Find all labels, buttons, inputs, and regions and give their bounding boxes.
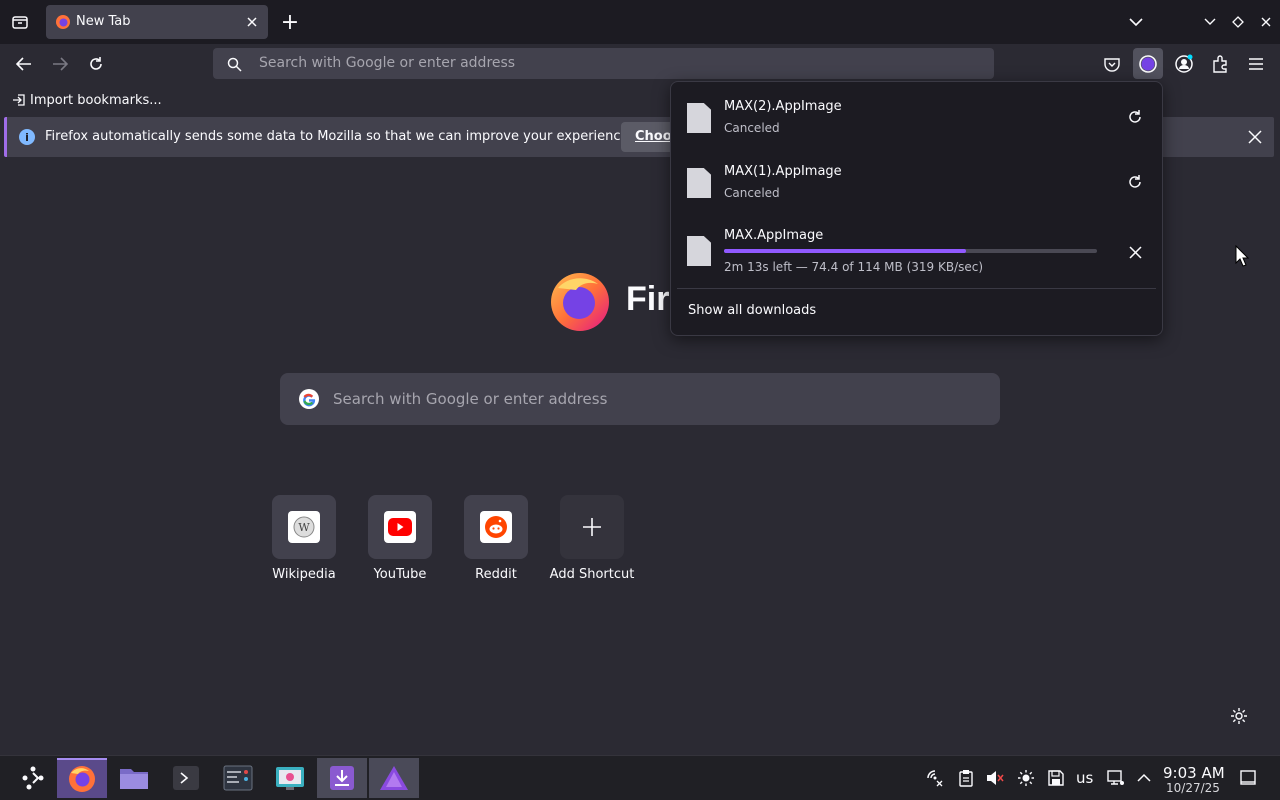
divider [677, 288, 1156, 289]
notification-text: Firefox automatically sends some data to… [45, 129, 633, 144]
download-item[interactable]: MAX(2).AppImage Canceled [677, 88, 1156, 148]
retry-icon[interactable] [1125, 172, 1145, 192]
taskbar-files-icon[interactable] [109, 758, 159, 798]
file-icon [687, 103, 711, 133]
new-tab-search-placeholder: Search with Google or enter address [333, 390, 608, 408]
new-tab-button[interactable]: + [278, 10, 302, 35]
tab-strip: New Tab + [0, 0, 1280, 44]
firefox-favicon-icon [54, 13, 72, 31]
clock-time[interactable]: 9:03 AM [1163, 764, 1225, 782]
download-item-in-progress[interactable]: MAX.AppImage 2m 13s left — 74.4 of 114 M… [677, 218, 1156, 282]
retry-icon[interactable] [1125, 107, 1145, 127]
minimize-icon[interactable] [1200, 12, 1220, 32]
shortcut-tile [368, 495, 432, 559]
show-all-downloads-button[interactable]: Show all downloads [688, 303, 816, 318]
forward-arrow-icon[interactable] [48, 52, 72, 76]
clock-date[interactable]: 10/27/25 [1166, 781, 1220, 795]
taskbar-screenshot-icon[interactable] [265, 758, 315, 798]
downloads-button-icon[interactable] [1133, 48, 1163, 79]
download-filename: MAX(2).AppImage [724, 99, 842, 114]
clipboard-icon[interactable] [956, 768, 976, 788]
wikipedia-icon: W [288, 511, 320, 543]
download-filename: MAX(1).AppImage [724, 164, 842, 179]
taskbar-download-manager-icon[interactable] [317, 758, 367, 798]
import-bookmarks-label: Import bookmarks... [30, 92, 162, 108]
wired-network-icon[interactable] [1106, 768, 1126, 788]
new-tab-search-box[interactable]: Search with Google or enter address [280, 373, 1000, 425]
volume-muted-icon[interactable] [985, 768, 1005, 788]
google-icon [297, 387, 321, 411]
hamburger-menu-icon[interactable] [1244, 52, 1268, 76]
brightness-icon[interactable] [1016, 768, 1036, 788]
customize-gear-icon[interactable] [1228, 705, 1250, 727]
search-icon [225, 55, 243, 73]
show-desktop-icon[interactable] [1238, 768, 1258, 788]
taskbar-max-app-icon[interactable] [369, 758, 419, 798]
mouse-cursor-icon [1235, 244, 1250, 271]
navigation-toolbar: Search with Google or enter address [0, 44, 1280, 84]
download-status: Canceled [724, 121, 780, 135]
close-notification-icon[interactable] [1245, 127, 1265, 147]
show-hidden-icons-chevron-icon[interactable] [1134, 768, 1154, 788]
shortcut-wikipedia[interactable]: W Wikipedia [254, 495, 354, 595]
plus-icon [582, 517, 602, 537]
downloads-panel: MAX(2).AppImage Canceled MAX(1).AppImage… [670, 81, 1163, 336]
tab-title: New Tab [76, 14, 131, 29]
app-launcher-icon[interactable] [8, 758, 58, 798]
back-arrow-icon[interactable] [12, 52, 36, 76]
file-icon [687, 168, 711, 198]
download-item[interactable]: MAX(1).AppImage Canceled [677, 153, 1156, 213]
disk-save-icon[interactable] [1046, 768, 1066, 788]
account-icon[interactable] [1172, 52, 1196, 76]
taskbar-system-monitor-icon[interactable] [213, 758, 263, 798]
cancel-download-icon[interactable] [1125, 242, 1145, 262]
taskbar-firefox-icon[interactable] [57, 758, 107, 798]
shortcut-label: Wikipedia [272, 567, 336, 582]
download-filename: MAX.AppImage [724, 228, 824, 243]
tab-new-tab[interactable]: New Tab [46, 5, 268, 39]
shortcut-label: Reddit [475, 567, 517, 582]
taskbar-terminal-icon[interactable] [161, 758, 211, 798]
close-window-icon[interactable] [1256, 12, 1276, 32]
info-icon: i [19, 129, 35, 145]
extensions-icon[interactable] [1208, 52, 1232, 76]
list-all-tabs-icon[interactable] [1126, 12, 1146, 32]
firefox-logo-icon [548, 268, 612, 332]
shortcut-label: Add Shortcut [549, 567, 635, 582]
close-tab-icon[interactable] [242, 12, 262, 32]
download-status: Canceled [724, 186, 780, 200]
download-progress-fill [724, 249, 967, 253]
import-icon [12, 93, 26, 107]
shortcut-tile [560, 495, 624, 559]
file-icon [687, 236, 711, 266]
maximize-icon[interactable] [1228, 12, 1248, 32]
firefox-view-icon[interactable] [8, 10, 32, 34]
shortcut-reddit[interactable]: Reddit [446, 495, 546, 595]
taskbar: us 9:03 AM 10/27/25 [0, 755, 1280, 800]
download-progress-bar [724, 249, 1097, 253]
import-bookmarks-button[interactable]: Import bookmarks... [12, 91, 162, 109]
reddit-icon [480, 511, 512, 543]
shortcut-tile [464, 495, 528, 559]
reload-icon[interactable] [84, 52, 108, 76]
keyboard-layout-indicator[interactable]: us [1076, 769, 1093, 787]
shortcut-tile: W [272, 495, 336, 559]
network-manager-icon[interactable] [925, 768, 945, 788]
shortcut-youtube[interactable]: YouTube [350, 495, 450, 595]
youtube-icon [384, 511, 416, 543]
svg-text:W: W [298, 521, 310, 534]
download-status: 2m 13s left — 74.4 of 114 MB (319 KB/sec… [724, 260, 984, 274]
pocket-icon[interactable] [1100, 52, 1124, 76]
url-placeholder: Search with Google or enter address [259, 55, 516, 71]
add-shortcut-button[interactable]: Add Shortcut [542, 495, 642, 595]
shortcut-label: YouTube [373, 567, 427, 582]
url-bar[interactable]: Search with Google or enter address [213, 48, 994, 79]
